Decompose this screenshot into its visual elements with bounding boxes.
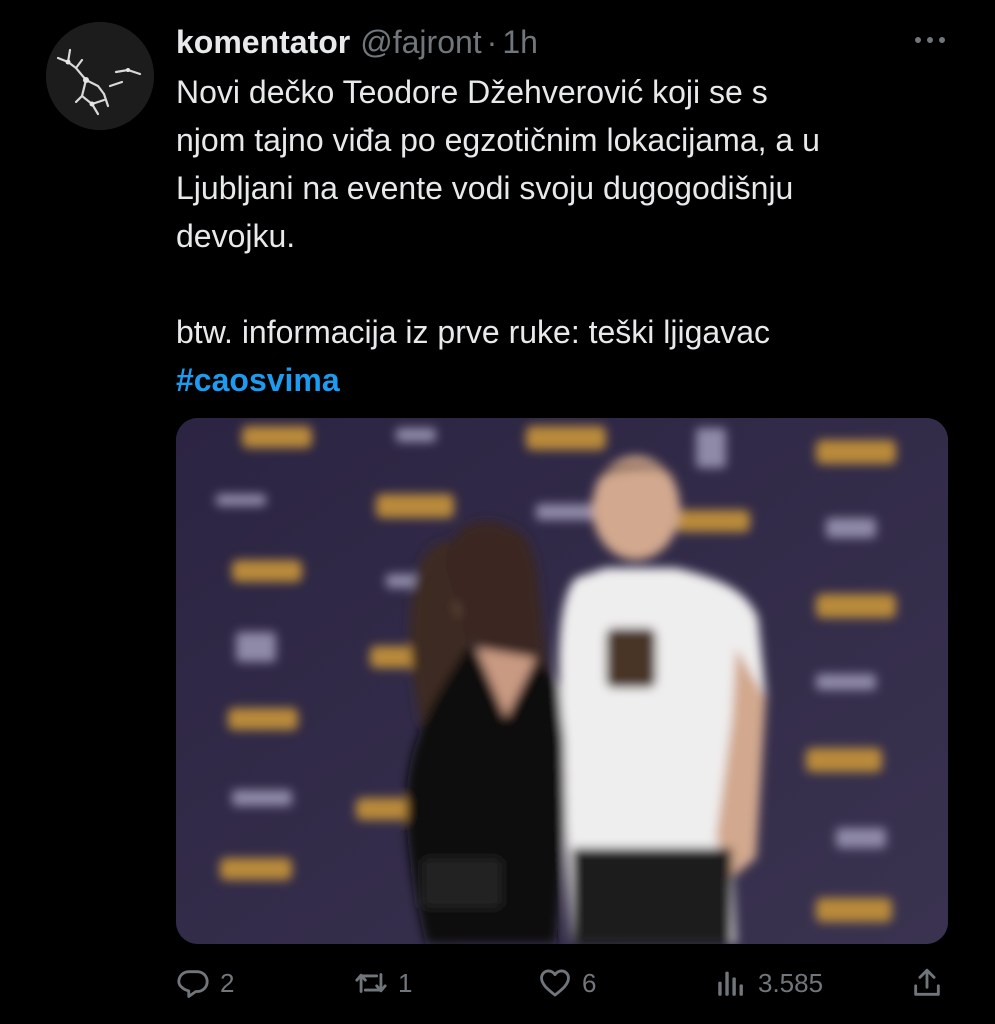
- photo-image: [176, 418, 948, 944]
- heart-icon: [540, 969, 570, 997]
- views-icon: [718, 971, 743, 996]
- tweet-line: Ljubljani na evente vodi svoju dugogodiš…: [176, 170, 794, 206]
- author-display-name[interactable]: komentator: [176, 22, 350, 62]
- share-button[interactable]: [910, 958, 944, 1008]
- tweet[interactable]: komentator @fajront · 1h Novi dečko Teod…: [0, 0, 995, 1024]
- tweet-line: Novi dečko Teodore Džehverović koji se s: [176, 74, 768, 110]
- share-icon: [914, 968, 940, 996]
- tweet-timestamp[interactable]: 1h: [502, 22, 538, 62]
- tweet-line: devojku.: [176, 218, 296, 254]
- views-count: 3.585: [758, 967, 824, 998]
- retweet-icon: [355, 973, 387, 993]
- reply-count: 2: [220, 967, 235, 998]
- avatar[interactable]: [46, 22, 154, 130]
- tweet-second-paragraph: btw. informacija iz prve ruke: teški lji…: [176, 314, 770, 350]
- author-handle[interactable]: @fajront: [360, 22, 481, 62]
- retweet-button[interactable]: 1: [354, 958, 412, 1008]
- like-count: 6: [582, 967, 597, 998]
- hashtag-link[interactable]: #caosvima: [176, 362, 340, 398]
- tweet-actions: 2 1 6 3.585: [176, 958, 948, 1008]
- more-horizontal-icon[interactable]: [912, 28, 948, 52]
- tweet-text: Novi dečko Teodore Džehverović koji se s…: [176, 68, 966, 404]
- tweet-photo[interactable]: [176, 418, 948, 944]
- views-button[interactable]: 3.585: [714, 958, 823, 1008]
- like-button[interactable]: 6: [538, 958, 596, 1008]
- reply-button[interactable]: 2: [176, 958, 234, 1008]
- header-separator: ·: [486, 24, 498, 60]
- tweet-line: njom tajno viđa po egzotičnim lokacijama…: [176, 122, 820, 158]
- reply-icon: [177, 970, 209, 998]
- avatar-image: [46, 22, 154, 130]
- tweet-header: komentator @fajront · 1h: [176, 20, 538, 64]
- retweet-count: 1: [398, 967, 413, 998]
